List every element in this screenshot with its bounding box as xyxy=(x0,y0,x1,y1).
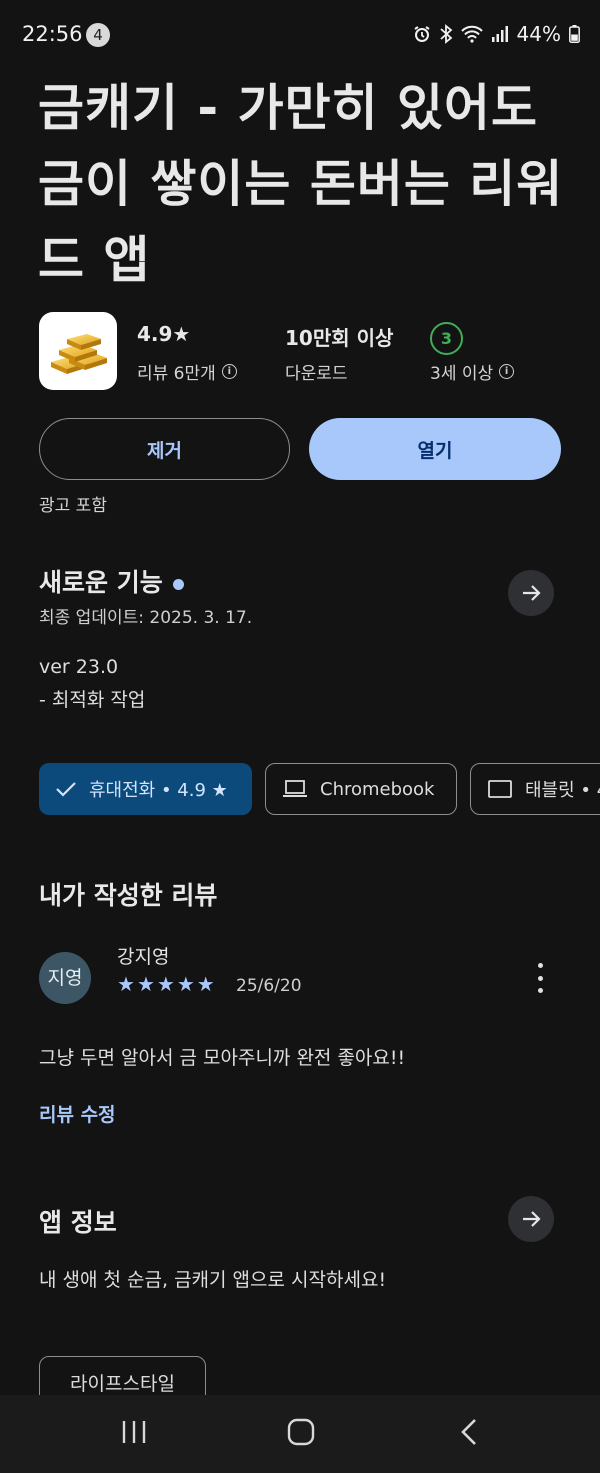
ads-notice: 광고 포함 xyxy=(39,496,107,516)
alarm-icon xyxy=(413,26,430,42)
downloads-value: 10만회 이상 xyxy=(285,326,394,350)
app-title: 금캐기 - 가만히 있어도 금이 쌓이는 돈버는 리워드 앱 xyxy=(38,79,564,289)
kebab-icon[interactable] xyxy=(532,963,548,993)
star-icon: ★ xyxy=(117,972,135,996)
notification-count-badge: 4 xyxy=(86,23,110,47)
release-notes: - 최적화 작업 xyxy=(39,689,146,711)
wifi-icon xyxy=(460,25,483,43)
info-icon: i xyxy=(499,364,515,379)
age-rating[interactable]: 3세 이상 i xyxy=(430,359,515,384)
battery-icon xyxy=(569,25,580,43)
back-icon[interactable] xyxy=(458,1417,480,1447)
check-icon xyxy=(56,782,76,797)
review-stars: ★ ★ ★ ★ ★ xyxy=(117,972,215,996)
laptop-icon xyxy=(283,780,307,797)
my-review-title: 내가 작성한 리뷰 xyxy=(39,881,218,910)
remove-button[interactable]: 제거 xyxy=(39,418,290,480)
age-label: 3세 이상 xyxy=(430,364,494,384)
device-chip-chromebook-label: Chromebook xyxy=(320,778,435,800)
device-chip-tablet[interactable]: 태블릿 • 4 xyxy=(470,763,600,815)
recents-icon[interactable] xyxy=(120,1418,148,1446)
version-text: ver 23.0 xyxy=(39,656,119,678)
battery-percent: 44% xyxy=(516,22,561,46)
last-update: 최종 업데이트: 2025. 3. 17. xyxy=(39,608,253,628)
new-indicator-dot xyxy=(172,578,184,590)
status-time: 22:56 xyxy=(22,22,83,46)
arrow-right-icon xyxy=(523,1211,541,1227)
star-icon: ★ xyxy=(156,972,175,996)
reviews-count[interactable]: 리뷰 6만개 i xyxy=(137,359,237,384)
star-icon: ★ xyxy=(196,972,215,996)
app-info-title[interactable]: 앱 정보 xyxy=(39,1203,117,1239)
arrow-right-icon xyxy=(523,585,541,601)
device-chip-tablet-label: 태블릿 • 4 xyxy=(525,780,600,801)
info-icon: i xyxy=(221,364,237,379)
review-author: 강지영 xyxy=(117,946,170,968)
rating-value: 4.9★ xyxy=(137,322,191,346)
app-icon xyxy=(39,312,117,390)
reviews-label: 리뷰 6만개 xyxy=(137,364,216,384)
edit-review-link[interactable]: 리뷰 수정 xyxy=(39,1100,116,1127)
device-chip-phone[interactable]: 휴대전화 • 4.9 ★ xyxy=(39,763,252,815)
navigation-bar xyxy=(0,1395,600,1473)
bluetooth-icon xyxy=(439,24,452,44)
star-icon: ★ xyxy=(176,972,195,996)
avatar: 지영 xyxy=(39,952,91,1004)
status-bar: 22:56 4 44% xyxy=(0,0,600,70)
home-icon[interactable] xyxy=(286,1417,316,1447)
whats-new-arrow-button[interactable] xyxy=(508,570,554,616)
downloads-label: 다운로드 xyxy=(285,364,348,384)
review-date: 25/6/20 xyxy=(236,976,302,996)
tablet-icon xyxy=(488,780,512,798)
app-info-arrow-button[interactable] xyxy=(508,1196,554,1242)
status-icons: 44% xyxy=(413,22,580,46)
open-button[interactable]: 열기 xyxy=(309,418,561,480)
gold-bars-icon xyxy=(51,334,107,374)
age-rating-badge: 3 xyxy=(430,322,463,355)
app-description: 내 생애 첫 순금, 금캐기 앱으로 시작하세요! xyxy=(39,1269,387,1291)
star-icon: ★ xyxy=(136,972,155,996)
whats-new-title[interactable]: 새로운 기능 xyxy=(39,563,184,599)
device-chip-chromebook[interactable]: Chromebook xyxy=(265,763,457,815)
review-text: 그냥 두면 알아서 금 모아주니까 완전 좋아요!! xyxy=(39,1047,406,1069)
signal-icon xyxy=(491,26,508,42)
device-chip-phone-label: 휴대전화 • 4.9 ★ xyxy=(89,780,228,801)
